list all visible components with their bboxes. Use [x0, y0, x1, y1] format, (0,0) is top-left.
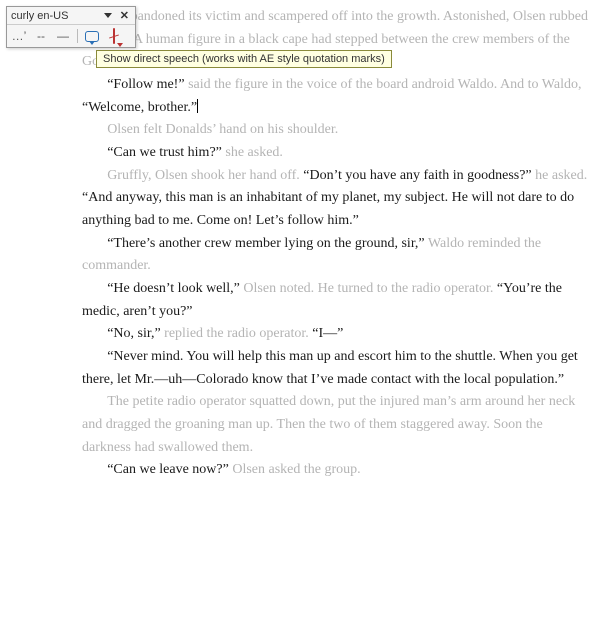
speech-bubble-icon — [85, 31, 99, 42]
direct-speech: “No, sir,” — [107, 326, 160, 341]
direct-speech: “There’s another crew member lying on th… — [107, 236, 424, 251]
direct-speech: “And anyway, this man is an inhabitant o… — [82, 190, 574, 228]
direct-speech: “He doesn’t look well,” — [107, 281, 240, 296]
toolbar-buttons: …’ -- — — [7, 25, 135, 47]
toolbar-title-label: curly en-US — [11, 10, 102, 22]
narration: replied the radio operator. — [164, 326, 312, 341]
direct-speech: “Can we trust him?” — [107, 145, 222, 160]
narration: he asked. — [535, 168, 587, 183]
direct-speech: “Welcome, brother.” — [82, 100, 197, 115]
direct-speech: “Can we leave now?” — [107, 462, 229, 477]
direct-speech: “I—” — [312, 326, 343, 341]
close-icon[interactable]: ✕ — [118, 9, 131, 22]
narration: The petite radio operator squatted down,… — [82, 394, 575, 454]
dropdown-icon[interactable] — [104, 13, 112, 18]
direct-speech: “Don’t you have any faith in goodness?” — [303, 168, 531, 183]
curly-quote-button[interactable]: …’ — [11, 28, 27, 44]
show-direct-speech-button[interactable] — [84, 28, 100, 44]
speech-bubble-off-icon — [113, 28, 115, 44]
narration: Olsen asked the group. — [232, 462, 360, 477]
quotation-toolbar: curly en-US ✕ …’ -- — — [6, 6, 136, 48]
document-text[interactable]: reature abandoned its victim and scamper… — [0, 0, 600, 492]
narration: she asked. — [225, 145, 283, 160]
double-dash-button[interactable]: -- — [33, 28, 49, 44]
narration: Gruffly, Olsen shook her hand off. — [107, 168, 303, 183]
text-cursor — [197, 99, 198, 113]
tooltip: Show direct speech (works with AE style … — [96, 50, 392, 68]
toolbar-titlebar[interactable]: curly en-US ✕ — [7, 7, 135, 25]
narration: Olsen felt Donalds’ hand on his shoulder… — [107, 122, 338, 137]
narration: said the figure in the voice of the boar… — [188, 77, 581, 92]
narration: Olsen noted. He turned to the radio oper… — [243, 281, 496, 296]
hide-direct-speech-button[interactable] — [106, 28, 122, 44]
direct-speech: “Follow me!” — [107, 77, 184, 92]
direct-speech: “Never mind. You will help this man up a… — [82, 349, 578, 387]
em-dash-button[interactable]: — — [55, 28, 71, 44]
separator — [77, 29, 78, 43]
